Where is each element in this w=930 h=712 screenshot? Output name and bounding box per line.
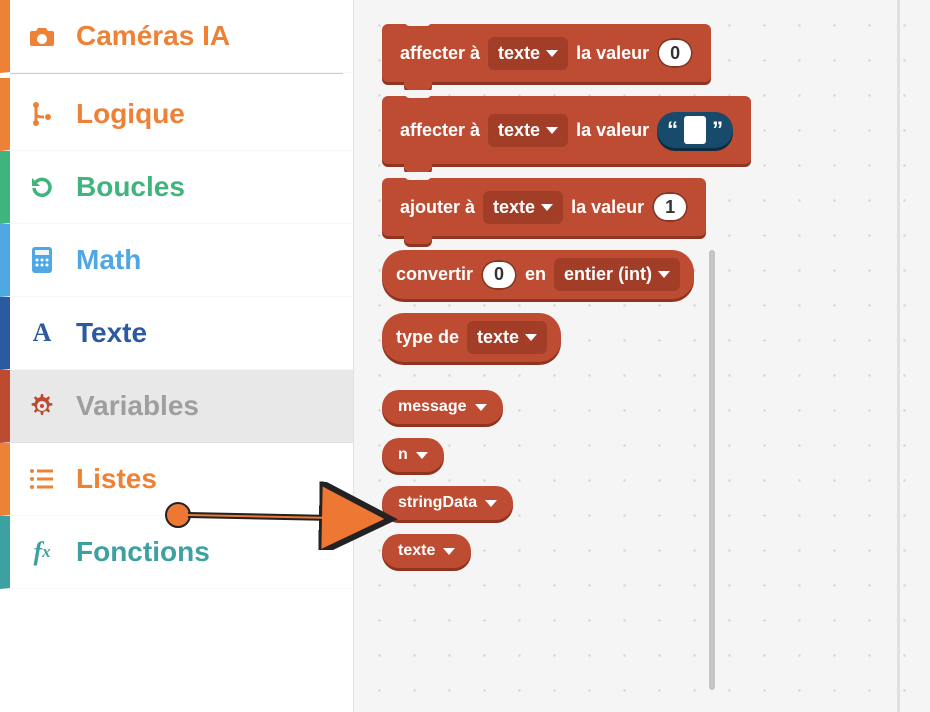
sidebar-item-label: Caméras IA <box>76 20 230 52</box>
block-text: la valeur <box>571 197 644 218</box>
branch-icon <box>24 101 60 127</box>
chevron-down-icon <box>525 334 537 341</box>
chevron-down-icon <box>658 271 670 278</box>
camera-icon <box>24 25 60 47</box>
variable-dropdown[interactable]: texte <box>488 114 568 147</box>
block-variable-stringdata[interactable]: stringData <box>382 486 513 520</box>
canvas-edge <box>897 0 900 712</box>
quote-right-icon: ” <box>712 119 723 141</box>
calculator-icon <box>24 246 60 274</box>
redo-icon <box>24 174 60 200</box>
chevron-down-icon <box>546 50 558 57</box>
block-text: la valeur <box>576 120 649 141</box>
list-icon <box>24 468 60 490</box>
sidebar-item-label: Logique <box>76 98 185 130</box>
block-change-variable[interactable]: ajouter à texte la valeur 1 <box>382 178 706 236</box>
block-text: ajouter à <box>400 197 475 218</box>
type-dropdown[interactable]: entier (int) <box>554 258 680 291</box>
sidebar-item-cameras-ia[interactable]: Caméras IA <box>0 0 353 73</box>
sidebar-item-fonctions[interactable]: fx Fonctions <box>0 516 353 589</box>
number-input[interactable]: 1 <box>652 192 688 222</box>
block-palette: affecter à texte la valeur 0 affecter à … <box>354 0 930 712</box>
sidebar-item-label: Math <box>76 244 141 276</box>
dropdown-label: texte <box>498 120 540 141</box>
string-input[interactable] <box>684 116 706 144</box>
sidebar-item-listes[interactable]: Listes <box>0 443 353 516</box>
block-set-variable-number[interactable]: affecter à texte la valeur 0 <box>382 24 711 82</box>
sidebar-item-label: Fonctions <box>76 536 210 568</box>
fx-icon: fx <box>24 537 60 567</box>
sidebar-item-label: Listes <box>76 463 157 495</box>
divider <box>10 73 343 74</box>
variable-dropdown[interactable]: texte <box>467 321 547 354</box>
sidebar-item-label: Texte <box>76 317 147 349</box>
block-type-of[interactable]: type de texte <box>382 313 561 362</box>
sidebar-item-texte[interactable]: A Texte <box>0 297 353 370</box>
dropdown-label: texte <box>498 43 540 64</box>
block-text: convertir <box>396 264 473 285</box>
variable-dropdown[interactable]: texte <box>488 37 568 70</box>
scrollbar[interactable] <box>709 250 715 690</box>
dropdown-label: entier (int) <box>564 264 652 285</box>
block-text: en <box>525 264 546 285</box>
dropdown-label: texte <box>493 197 535 218</box>
block-text: la valeur <box>576 43 649 64</box>
block-variable-message[interactable]: message <box>382 390 503 424</box>
chevron-down-icon <box>416 452 428 459</box>
sidebar-item-label: Boucles <box>76 171 185 203</box>
chevron-down-icon <box>443 548 455 555</box>
block-text: affecter à <box>400 43 480 64</box>
sidebar-item-boucles[interactable]: Boucles <box>0 151 353 224</box>
sidebar-item-logique[interactable]: Logique <box>0 78 353 151</box>
sidebar-item-math[interactable]: Math <box>0 224 353 297</box>
number-input[interactable]: 0 <box>657 38 693 68</box>
chevron-down-icon <box>546 127 558 134</box>
variable-name: n <box>398 446 408 464</box>
block-convert[interactable]: convertir 0 en entier (int) <box>382 250 694 299</box>
variable-name: message <box>398 398 467 416</box>
gear-icon <box>24 393 60 419</box>
chevron-down-icon <box>485 500 497 507</box>
letter-a-icon: A <box>24 318 60 348</box>
block-text: affecter à <box>400 120 480 141</box>
variable-dropdown[interactable]: texte <box>483 191 563 224</box>
block-set-variable-string[interactable]: affecter à texte la valeur “ ” <box>382 96 751 164</box>
sidebar-item-variables[interactable]: Variables <box>0 370 353 443</box>
sidebar-item-label: Variables <box>76 390 199 422</box>
chevron-down-icon <box>475 404 487 411</box>
quote-left-icon: “ <box>667 119 678 141</box>
number-input[interactable]: 0 <box>481 260 517 290</box>
variable-name: texte <box>398 542 435 560</box>
variable-name: stringData <box>398 494 477 512</box>
block-variable-texte[interactable]: texte <box>382 534 471 568</box>
block-variable-n[interactable]: n <box>382 438 444 472</box>
chevron-down-icon <box>541 204 553 211</box>
block-text: type de <box>396 327 459 348</box>
dropdown-label: texte <box>477 327 519 348</box>
category-sidebar: Caméras IA Logique Boucles Math A Texte <box>0 0 354 712</box>
string-input-pill[interactable]: “ ” <box>657 112 733 148</box>
